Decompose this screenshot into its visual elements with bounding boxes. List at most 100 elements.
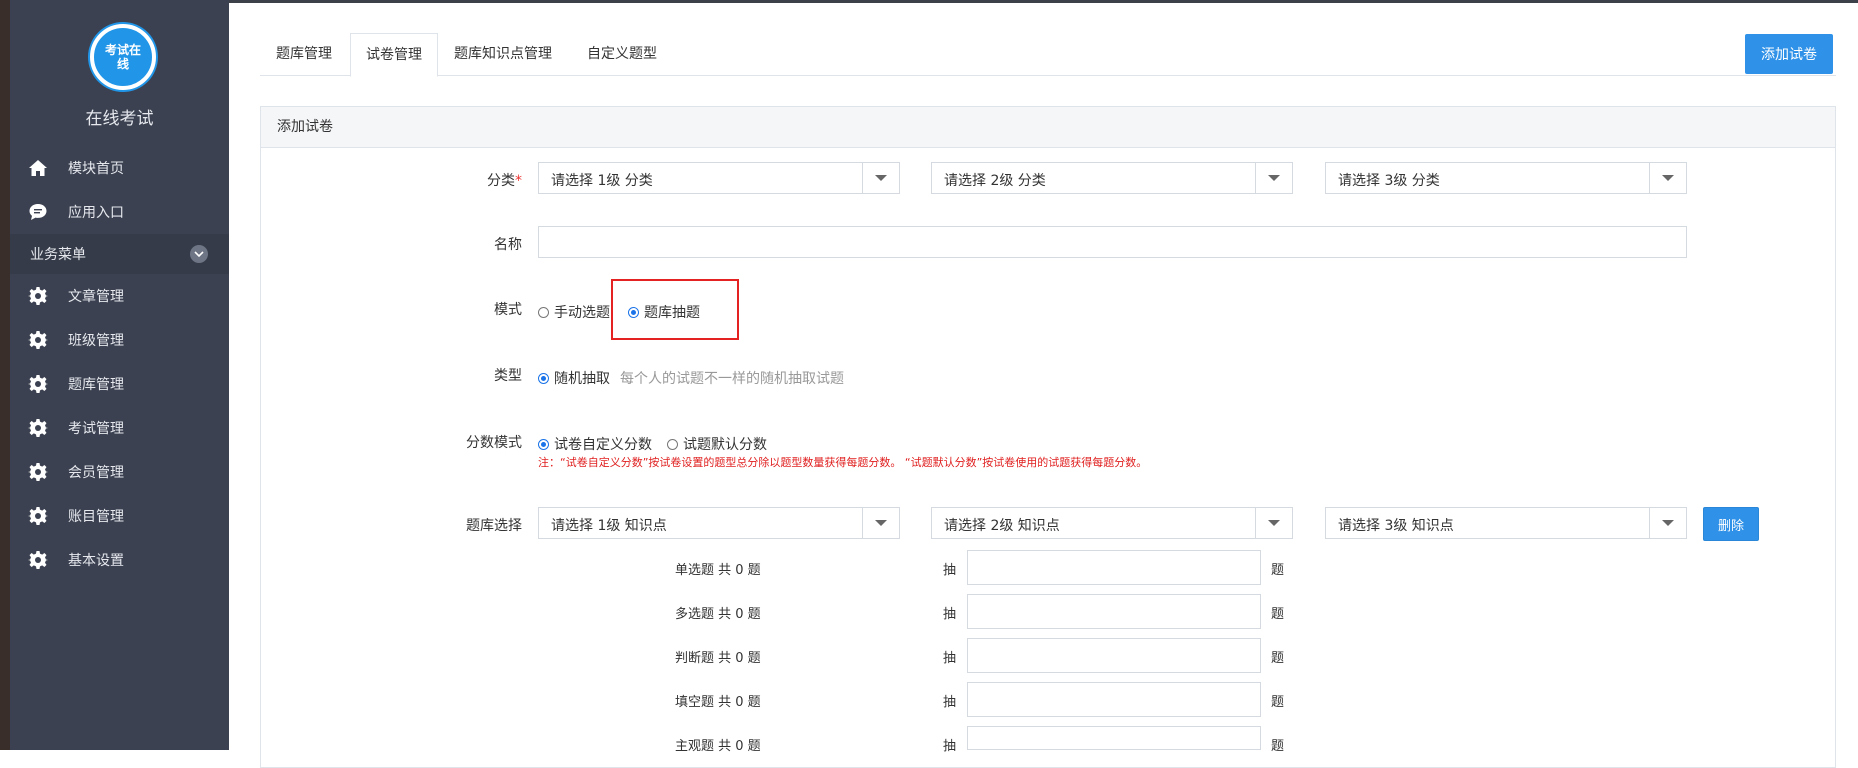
category-level2-select[interactable]: 请选择 2级 分类	[931, 162, 1293, 194]
add-paper-button[interactable]: 添加试卷	[1745, 34, 1833, 74]
draw-label: 抽	[943, 695, 957, 710]
chevron-down-icon	[190, 245, 208, 263]
unit-label: 题	[1271, 695, 1285, 710]
tab-knowledge-points[interactable]: 题库知识点管理	[438, 33, 568, 75]
gear-icon	[26, 416, 50, 440]
sidebar-item-label: 基本设置	[68, 553, 124, 569]
gear-icon	[26, 460, 50, 484]
sidebar-item-label: 题库管理	[68, 377, 124, 393]
score-mode-default-radio[interactable]: 试题默认分数	[667, 434, 767, 454]
tab-question-bank[interactable]: 题库管理	[260, 33, 348, 75]
delete-button[interactable]: 删除	[1703, 507, 1759, 541]
mode-bank-draw-radio[interactable]: 题库抽题	[628, 302, 700, 322]
required-mark: *	[515, 173, 522, 189]
radio-circle	[538, 372, 549, 384]
draw-label: 抽	[943, 563, 957, 578]
radio-circle	[538, 306, 549, 318]
dropdown-arrow-icon	[1649, 508, 1686, 538]
logo: 考试在线	[90, 24, 156, 90]
unit-label: 题	[1271, 563, 1285, 578]
top-border	[229, 0, 1858, 3]
radio-circle	[538, 438, 549, 450]
panel-title: 添加试卷	[261, 107, 1835, 148]
single-choice-count: 单选题 共 0 题	[675, 563, 761, 578]
sidebar-item-label: 会员管理	[68, 465, 124, 481]
sidebar-section-business-menu[interactable]: 业务菜单	[10, 234, 229, 274]
brand: 考试在线 在线考试	[10, 0, 229, 146]
home-icon	[26, 156, 50, 180]
sidebar-item-label: 考试管理	[68, 421, 124, 437]
true-false-draw-input[interactable]	[967, 638, 1261, 673]
radio-circle	[628, 306, 639, 318]
subjective-count: 主观题 共 0 题	[675, 739, 761, 754]
unit-label: 题	[1271, 607, 1285, 622]
unit-label: 题	[1271, 651, 1285, 666]
mode-manual-radio[interactable]: 手动选题	[538, 302, 610, 322]
category-level1-select[interactable]: 请选择 1级 分类	[538, 162, 900, 194]
radio-label: 手动选题	[554, 305, 610, 321]
select-value: 请选择 1级 分类	[551, 173, 653, 189]
sidebar-item-settings[interactable]: 基本设置	[10, 538, 229, 582]
section-label: 业务菜单	[30, 247, 86, 263]
sidebar-item-question-bank[interactable]: 题库管理	[10, 362, 229, 406]
dropdown-arrow-icon	[1255, 508, 1292, 538]
subjective-draw-input[interactable]	[967, 726, 1261, 750]
type-label: 类型	[494, 368, 522, 384]
sidebar-item-members[interactable]: 会员管理	[10, 450, 229, 494]
radio-circle	[667, 438, 678, 450]
select-value: 请选择 2级 知识点	[944, 518, 1060, 534]
sidebar-item-exams[interactable]: 考试管理	[10, 406, 229, 450]
draw-label: 抽	[943, 739, 957, 754]
sidebar-item-label: 账目管理	[68, 509, 124, 525]
radio-label: 试卷自定义分数	[554, 437, 652, 453]
sidebar-item-accounts[interactable]: 账目管理	[10, 494, 229, 538]
dropdown-arrow-icon	[862, 508, 899, 538]
radio-label: 题库抽题	[644, 305, 700, 321]
gear-icon	[26, 328, 50, 352]
knowledge-level2-select[interactable]: 请选择 2级 知识点	[931, 507, 1293, 539]
name-label: 名称	[494, 237, 522, 253]
category-label: 分类*	[372, 170, 522, 190]
name-input[interactable]	[538, 226, 1687, 258]
radio-label: 试题默认分数	[683, 437, 767, 453]
multiple-choice-draw-input[interactable]	[967, 594, 1261, 629]
select-value: 请选择 2级 分类	[944, 173, 1046, 189]
unit-label: 题	[1271, 739, 1285, 754]
sidebar-item-classes[interactable]: 班级管理	[10, 318, 229, 362]
tab-bar: 题库管理 试卷管理 题库知识点管理 自定义题型	[260, 33, 1836, 77]
gear-icon	[26, 548, 50, 572]
sidebar-item-label: 文章管理	[68, 289, 124, 305]
select-value: 请选择 3级 知识点	[1338, 518, 1454, 534]
window-edge	[0, 0, 10, 750]
dropdown-arrow-icon	[862, 163, 899, 193]
multiple-choice-count: 多选题 共 0 题	[675, 607, 761, 622]
type-random-radio[interactable]: 随机抽取	[538, 368, 610, 388]
tab-paper-management[interactable]: 试卷管理	[350, 33, 438, 77]
type-hint: 每个人的试题不一样的随机抽取试题	[620, 371, 844, 387]
dropdown-arrow-icon	[1649, 163, 1686, 193]
sidebar-item-articles[interactable]: 文章管理	[10, 274, 229, 318]
select-value: 请选择 1级 知识点	[551, 518, 667, 534]
score-mode-label: 分数模式	[466, 435, 522, 451]
dropdown-arrow-icon	[1255, 163, 1292, 193]
gear-icon	[26, 504, 50, 528]
sidebar-item-home[interactable]: 模块首页	[10, 146, 229, 190]
draw-label: 抽	[943, 607, 957, 622]
score-mode-custom-radio[interactable]: 试卷自定义分数	[538, 434, 652, 454]
bank-select-label: 题库选择	[466, 518, 522, 534]
draw-label: 抽	[943, 651, 957, 666]
tab-custom-question-types[interactable]: 自定义题型	[572, 33, 672, 75]
category-level3-select[interactable]: 请选择 3级 分类	[1325, 162, 1687, 194]
fill-blank-count: 填空题 共 0 题	[675, 695, 761, 710]
gear-icon	[26, 284, 50, 308]
radio-label: 随机抽取	[554, 371, 610, 387]
sidebar-item-app-entry[interactable]: 应用入口	[10, 190, 229, 234]
knowledge-level1-select[interactable]: 请选择 1级 知识点	[538, 507, 900, 539]
fill-blank-draw-input[interactable]	[967, 682, 1261, 717]
sidebar: 考试在线 在线考试 模块首页 应用入口 业务菜单 文章管理 班级管理 题库管理 …	[10, 0, 229, 750]
single-choice-draw-input[interactable]	[967, 550, 1261, 585]
sidebar-item-label: 班级管理	[68, 333, 124, 349]
chat-icon	[26, 200, 50, 224]
knowledge-level3-select[interactable]: 请选择 3级 知识点	[1325, 507, 1687, 539]
sidebar-item-label: 应用入口	[68, 205, 124, 221]
